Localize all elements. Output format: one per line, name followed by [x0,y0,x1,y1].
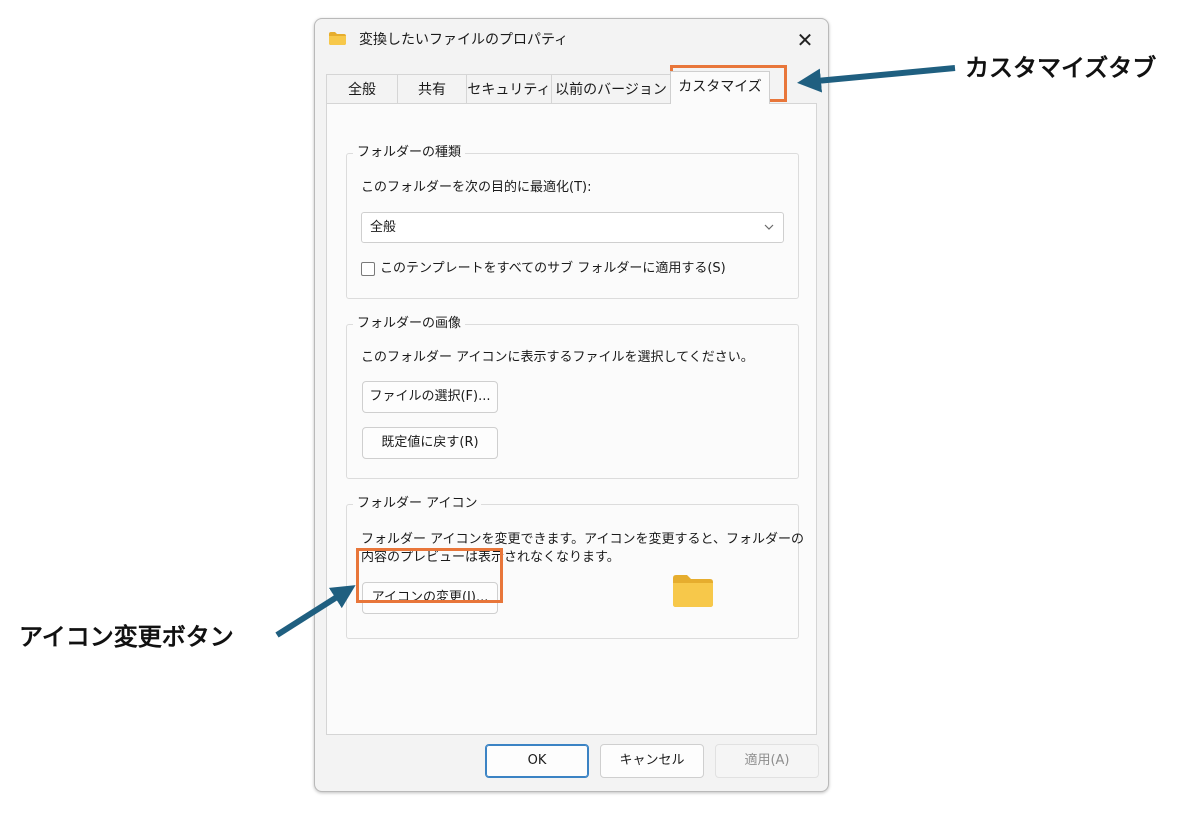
tab-security[interactable]: セキュリティ [466,74,552,104]
choose-file-button[interactable]: ファイルの選択(F)... [362,381,498,413]
folder-image-group-title: フォルダーの画像 [353,315,466,333]
folder-icon-description-line1: フォルダー アイコンを変更できます。アイコンを変更すると、フォルダーの [361,532,805,547]
folder-image-group: フォルダーの画像 このフォルダー アイコンに表示するファイルを選択してください。… [346,315,799,479]
optimize-label: このフォルダーを次の目的に最適化(T): [361,180,592,195]
folder-icon [329,32,346,45]
folder-icon-group: フォルダー アイコン フォルダー アイコンを変更できます。アイコンを変更すると、… [346,495,804,639]
close-icon: ✕ [796,28,814,52]
customize-tab-callout-label: カスタマイズタブ [965,54,1157,82]
cancel-button[interactable]: キャンセル [600,744,704,778]
ok-button[interactable]: OK [485,744,589,778]
tab-general[interactable]: 全般 [326,74,398,104]
customize-tab-page: フォルダーの種類 このフォルダーを次の目的に最適化(T): 全般 このテンプレー… [326,103,817,735]
apply-subfolders-checkbox[interactable] [361,262,375,276]
tab-customize[interactable]: カスタマイズ [670,71,770,104]
folder-type-group: フォルダーの種類 このフォルダーを次の目的に最適化(T): 全般 このテンプレー… [346,144,799,299]
optimize-select-value: 全般 [370,220,397,235]
change-icon-button[interactable]: アイコンの変更(I)... [362,582,498,614]
close-button[interactable]: ✕ [787,25,823,55]
properties-dialog: 変換したいファイルのプロパティ ✕ 全般 共有 セキュリティ 以前のバージョン … [314,18,829,792]
folder-icon-group-title: フォルダー アイコン [353,495,482,513]
chevron-down-icon [764,224,774,230]
apply-button: 適用(A) [715,744,819,778]
folder-image-description: このフォルダー アイコンに表示するファイルを選択してください。 [361,350,754,365]
optimize-select[interactable]: 全般 [361,212,784,243]
tab-previous-versions[interactable]: 以前のバージョン [551,74,671,104]
restore-default-button[interactable]: 既定値に戻す(R) [362,427,498,459]
change-icon-callout-label: アイコン変更ボタン [19,623,234,651]
apply-subfolders-label: このテンプレートをすべてのサブ フォルダーに適用する(S) [380,261,726,276]
folder-type-group-title: フォルダーの種類 [353,144,466,162]
window-title: 変換したいファイルのプロパティ [359,32,569,48]
tab-sharing[interactable]: 共有 [397,74,467,104]
folder-icon-description-line2: 内容のプレビューは表示されなくなります。 [361,550,620,565]
title-bar[interactable]: 変換したいファイルのプロパティ ✕ [315,19,828,61]
folder-preview-icon [673,575,713,607]
